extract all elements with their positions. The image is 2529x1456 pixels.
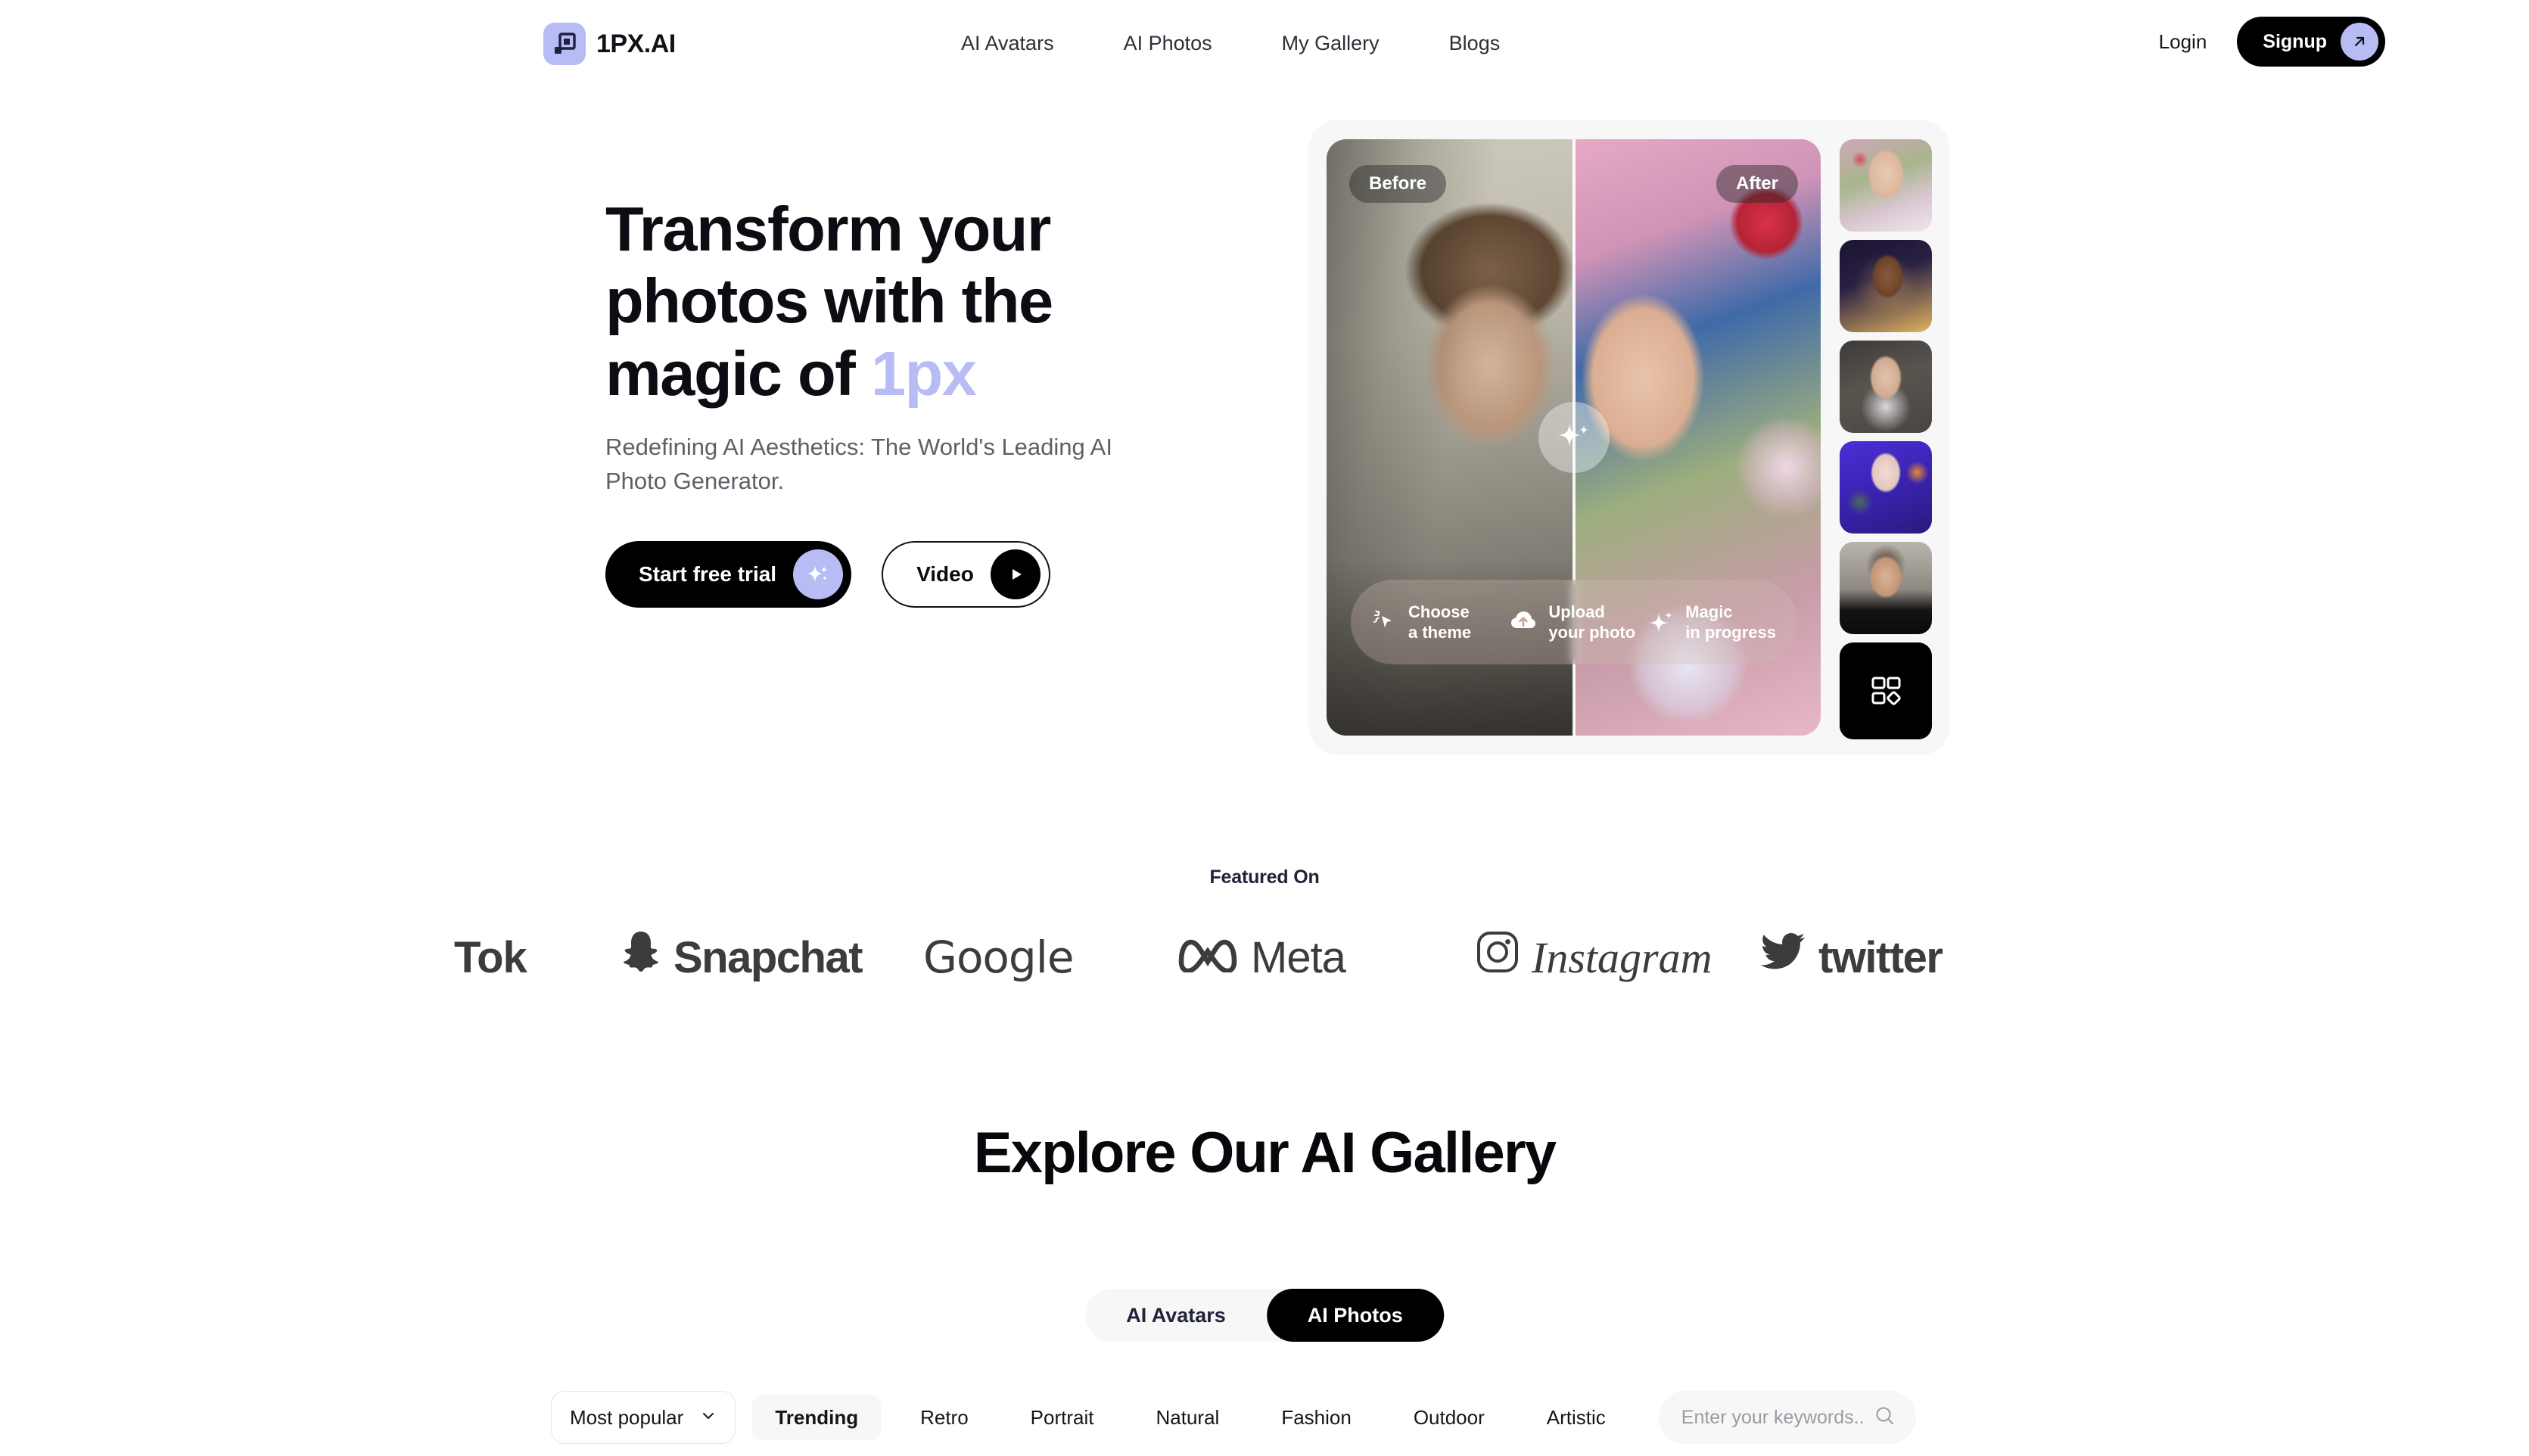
site-header: 1PX.AI AI Avatars AI Photos My Gallery B… [0, 0, 2529, 91]
hero-title: Transform your photos with the magic of … [605, 193, 1256, 409]
step-2-line-2: your photo [1548, 623, 1636, 642]
step-magic-in-progress[interactable]: Magic in progress [1649, 602, 1776, 643]
grid-shapes-icon [1871, 677, 1901, 705]
auth-actions: Login Signup [2159, 17, 2385, 67]
filter-chip-retro[interactable]: Retro [897, 1395, 991, 1440]
twitter-logo: twitter [1759, 931, 1943, 984]
infinity-icon [1177, 932, 1239, 983]
gallery-search[interactable] [1658, 1391, 1916, 1444]
step-magic-label: Magic in progress [1685, 602, 1776, 643]
gallery-title: Explore Our AI Gallery [973, 1121, 1557, 1185]
thumbnail-golden-portrait[interactable] [1840, 240, 1932, 332]
ghost-icon [621, 929, 661, 985]
filter-chip-artistic[interactable]: Artistic [1524, 1395, 1628, 1440]
featured-on-label: Featured On [1209, 866, 1320, 888]
signup-button-label: Signup [2263, 30, 2327, 52]
brand-name: 1PX.AI [596, 29, 676, 58]
play-icon [990, 549, 1041, 600]
workflow-steps-bar: Choose a theme Upload your photo Magic i… [1351, 580, 1797, 664]
nav-item-ai-photos[interactable]: AI Photos [1124, 32, 1212, 55]
filter-chip-fashion[interactable]: Fashion [1258, 1395, 1374, 1440]
instagram-logo-text: Instagram [1532, 932, 1712, 982]
filter-chip-natural[interactable]: Natural [1133, 1395, 1242, 1440]
arrow-up-right-icon [2341, 23, 2378, 61]
meta-logo: Meta [1177, 932, 1346, 983]
cursor-click-icon [1372, 608, 1398, 637]
thumbnail-male-portrait[interactable] [1840, 542, 1932, 634]
tiktok-logo-text: Tok [454, 932, 527, 982]
gallery-tabs: AI Avatars AI Photos [1085, 1289, 1444, 1342]
google-logo: Google [923, 932, 1075, 983]
step-choose-theme[interactable]: Choose a theme [1372, 602, 1495, 643]
hero-preview-panel: Before After Choose a theme Upload your … [1308, 120, 1950, 755]
brand-logo[interactable]: 1PX.AI [543, 23, 676, 65]
bird-icon [1759, 931, 1806, 984]
step-3-line-1: Magic [1685, 602, 1733, 621]
login-link[interactable]: Login [2159, 30, 2207, 54]
step-1-line-2: a theme [1408, 623, 1472, 642]
nav-item-my-gallery[interactable]: My Gallery [1282, 32, 1380, 55]
step-choose-theme-label: Choose a theme [1408, 602, 1471, 643]
squares-logo-icon [543, 23, 586, 65]
snapchat-logo: Snapchat [621, 929, 863, 985]
more-styles-button[interactable] [1840, 642, 1932, 739]
filter-chip-outdoor[interactable]: Outdoor [1391, 1395, 1507, 1440]
hero-title-line-2: photos with the [605, 266, 1053, 337]
step-1-line-1: Choose [1408, 602, 1470, 621]
nav-item-blogs[interactable]: Blogs [1449, 32, 1501, 55]
start-free-trial-label: Start free trial [639, 562, 777, 586]
twitter-logo-text: twitter [1818, 932, 1943, 982]
tab-ai-photos[interactable]: AI Photos [1266, 1289, 1444, 1342]
signup-button[interactable]: Signup [2237, 17, 2385, 67]
filter-chip-portrait[interactable]: Portrait [1008, 1395, 1117, 1440]
primary-nav: AI Avatars AI Photos My Gallery Blogs [961, 32, 1500, 55]
before-after-comparison[interactable]: Before After Choose a theme Upload your … [1327, 139, 1821, 736]
featured-logos-strip: Tok Snapchat Google Meta Instagram twitt… [0, 908, 2529, 1006]
sparkle-icon [1649, 608, 1675, 637]
google-logo-text: Google [923, 932, 1075, 983]
chevron-down-icon [700, 1406, 717, 1430]
step-upload-photo-label: Upload your photo [1548, 602, 1635, 643]
step-2-line-1: Upload [1548, 602, 1605, 621]
video-button-label: Video [916, 562, 974, 586]
gallery-filter-bar: Most popular Trending Retro Portrait Nat… [551, 1391, 1989, 1444]
sort-dropdown[interactable]: Most popular [551, 1391, 736, 1444]
sort-dropdown-value: Most popular [570, 1405, 684, 1429]
comparison-slider-handle[interactable] [1538, 402, 1610, 473]
hero-title-line-3: magic of [605, 338, 871, 409]
tab-ai-avatars[interactable]: AI Avatars [1085, 1289, 1267, 1342]
tiktok-logo: Tok [454, 932, 527, 983]
nav-item-ai-avatars[interactable]: AI Avatars [961, 32, 1054, 55]
thumbnail-strip [1840, 139, 1932, 739]
before-label: Before [1349, 165, 1447, 203]
partial-logo-edge [2047, 931, 2092, 984]
sparkle-icon [1557, 424, 1588, 446]
step-3-line-2: in progress [1685, 623, 1776, 642]
thumbnail-anime-portrait[interactable] [1840, 441, 1932, 534]
start-free-trial-button[interactable]: Start free trial [605, 541, 852, 608]
meta-logo-text: Meta [1251, 932, 1346, 982]
hero-title-accent: 1px [870, 338, 977, 409]
cloud-upload-icon [1509, 608, 1538, 637]
hero-subtitle: Redefining AI Aesthetics: The World's Le… [605, 434, 1112, 495]
hero-content: Transform your photos with the magic of … [605, 193, 1256, 608]
instagram-logo: Instagram [1476, 930, 1712, 985]
thumbnail-bridal-portrait[interactable] [1840, 341, 1932, 433]
search-icon[interactable] [1874, 1405, 1896, 1431]
after-label: After [1716, 165, 1798, 203]
snapchat-logo-text: Snapchat [673, 932, 863, 982]
step-upload-photo[interactable]: Upload your photo [1509, 602, 1635, 643]
camera-icon [1476, 930, 1520, 985]
filter-chip-trending[interactable]: Trending [752, 1395, 882, 1440]
thumbnail-floral-portrait[interactable] [1840, 139, 1932, 232]
sparkle-icon [793, 549, 844, 600]
hero-title-line-1: Transform your [605, 194, 1051, 264]
search-input[interactable] [1681, 1406, 1863, 1429]
hero-cta-group: Start free trial Video [605, 541, 1256, 608]
video-button[interactable]: Video [882, 541, 1050, 608]
